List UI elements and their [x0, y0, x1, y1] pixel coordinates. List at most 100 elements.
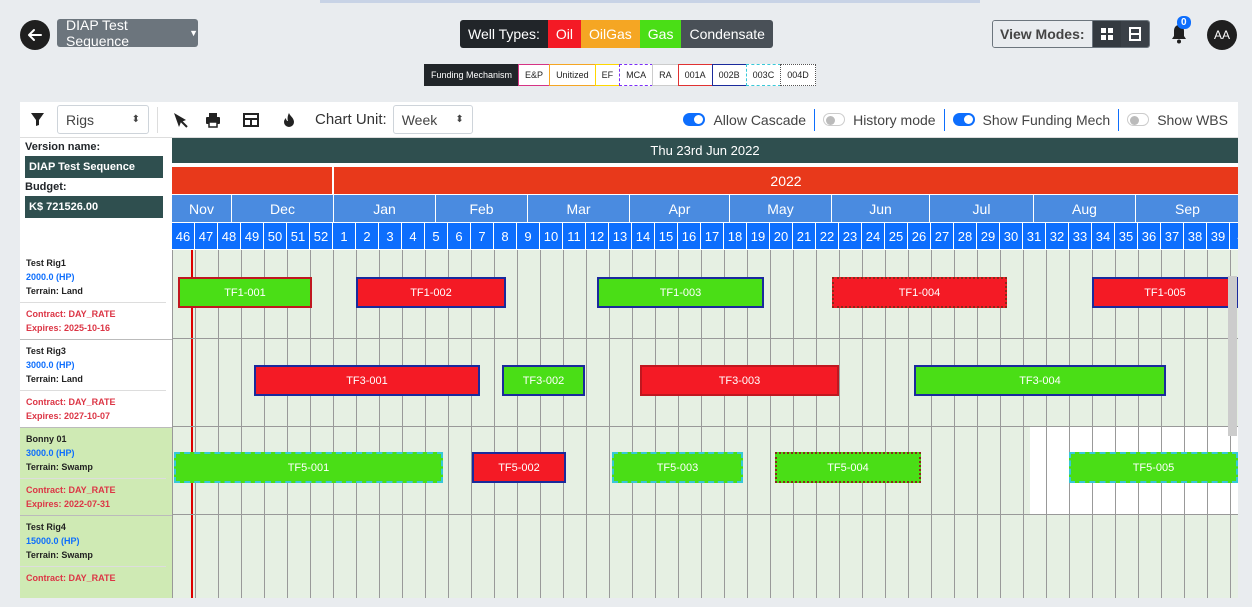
well-type-oilgas[interactable]: OilGas	[580, 20, 640, 48]
grid-column-line	[563, 250, 564, 598]
week-label: 24	[862, 223, 885, 249]
well-type-gas[interactable]: Gas	[639, 20, 682, 48]
history-mode-toggle[interactable]: History mode	[823, 111, 936, 128]
toggle-knob	[694, 115, 704, 124]
rig-row-test-rig3[interactable]: Test Rig3 3000.0 (HP) Terrain: Land Cont…	[20, 340, 172, 428]
chart-unit-value: Week	[401, 111, 438, 128]
table-icon	[243, 112, 259, 127]
month-label: May	[730, 195, 832, 222]
week-label: 28	[954, 223, 977, 249]
grid-column-line	[540, 250, 541, 598]
task-bar[interactable]: TF1-001	[178, 277, 312, 308]
rig-divider	[20, 566, 166, 567]
week-label: 4	[402, 223, 425, 249]
view-modes-label: View Modes:	[993, 21, 1093, 47]
vertical-scrollbar[interactable]	[1228, 276, 1237, 436]
funding-item[interactable]: RA	[652, 64, 679, 86]
print-button[interactable]	[199, 106, 227, 134]
week-label: 32	[1046, 223, 1069, 249]
rig-contract: Contract: DAY_RATE	[26, 309, 116, 319]
cursor-tool-button[interactable]	[166, 106, 194, 134]
month-label: Jan	[334, 195, 436, 222]
funding-item[interactable]: MCA	[619, 64, 654, 86]
gantt-grid: TF1-001 TF1-002 TF1-003 TF1-004 TF1-005 TF3-0…	[172, 250, 1238, 598]
well-types-label: Well Types:	[460, 20, 548, 48]
filter-icon	[30, 113, 44, 126]
task-bar[interactable]: TF1-005	[1092, 277, 1238, 308]
version-info: Version name: DIAP Test Sequence Budget:…	[20, 138, 172, 252]
show-wbs-toggle[interactable]: Show WBS	[1127, 112, 1228, 128]
task-bar[interactable]: TF5-005	[1069, 452, 1238, 483]
toggle-switch[interactable]	[683, 113, 706, 126]
task-bar[interactable]: TF5-004	[775, 452, 921, 483]
week-label: 36	[1138, 223, 1161, 249]
split-view-button[interactable]	[1120, 21, 1149, 47]
burn-button[interactable]	[275, 106, 303, 134]
week-label: 27	[931, 223, 954, 249]
rig-contract: Contract: DAY_RATE	[26, 573, 116, 583]
toggle-label: Show Funding Mech	[982, 111, 1111, 128]
funding-item[interactable]: 002B	[711, 64, 747, 86]
rig-row-test-rig1[interactable]: Test Rig1 2000.0 (HP) Terrain: Land Cont…	[20, 252, 172, 340]
task-bar[interactable]: TF1-003	[597, 277, 764, 308]
week-label: 29	[977, 223, 1000, 249]
well-type-condensate[interactable]: Condensate	[681, 20, 773, 48]
month-label: Feb	[436, 195, 528, 222]
task-bar[interactable]: TF3-002	[502, 365, 585, 396]
rig-name: Test Rig1	[26, 258, 66, 268]
well-type-oil[interactable]: Oil	[547, 20, 581, 48]
grid-column-line	[586, 250, 587, 598]
week-label: 14	[632, 223, 655, 249]
toggle-switch[interactable]	[952, 113, 975, 126]
sequence-dropdown-label: DIAP Test Sequence	[66, 17, 130, 49]
allow-cascade-toggle[interactable]: Allow Cascade	[683, 112, 806, 128]
version-name-label: Version name:	[25, 141, 101, 153]
fire-icon	[284, 112, 294, 127]
task-bar[interactable]: TF5-001	[174, 452, 443, 483]
task-bar[interactable]: TF1-002	[356, 277, 506, 308]
task-bar[interactable]: TF3-003	[640, 365, 839, 396]
chart-unit-select[interactable]: Week ⬍	[392, 105, 473, 134]
toggle-switch[interactable]	[1127, 113, 1150, 126]
toggle-knob	[826, 116, 836, 125]
sequence-dropdown[interactable]: DIAP Test Sequence ▼	[57, 17, 198, 49]
caret-down-icon: ▼	[189, 28, 198, 38]
funding-item[interactable]: EF	[594, 64, 621, 86]
rig-terrain: Terrain: Land	[26, 374, 83, 384]
rig-hp: 3000.0 (HP)	[26, 448, 75, 458]
toolbar-divider	[157, 106, 158, 133]
rig-row-bonny-01[interactable]: Bonny 01 3000.0 (HP) Terrain: Swamp Cont…	[20, 428, 172, 516]
grid-column-line	[1069, 250, 1070, 598]
filter-button[interactable]	[23, 106, 51, 134]
funding-item[interactable]: E&P	[518, 64, 551, 86]
task-bar[interactable]: TF1-004	[832, 277, 1007, 308]
funding-item[interactable]: 003C	[745, 64, 782, 86]
week-label: 6	[448, 223, 471, 249]
funding-item[interactable]: Unitized	[549, 64, 596, 86]
week-label: 4	[1230, 223, 1238, 249]
task-bar[interactable]: TF5-002	[472, 452, 566, 483]
month-label: Aug	[1034, 195, 1136, 222]
task-bar[interactable]: TF3-004	[914, 365, 1166, 396]
toggle-switch[interactable]	[823, 113, 846, 126]
updown-icon: ⬍	[131, 114, 140, 125]
back-button[interactable]	[20, 20, 50, 50]
year-header: 2022	[334, 167, 1238, 194]
rig-expires: Expires: 2025-10-16	[26, 323, 111, 333]
show-funding-mech-toggle[interactable]: Show Funding Mech	[952, 111, 1111, 128]
budget-label: Budget:	[25, 181, 67, 193]
group-by-select[interactable]: Rigs ⬍	[57, 105, 149, 134]
table-view-button[interactable]	[237, 106, 265, 134]
toggle-label: History mode	[853, 111, 936, 128]
rig-divider	[20, 302, 166, 303]
task-bar[interactable]: TF3-001	[254, 365, 480, 396]
week-label: 19	[747, 223, 770, 249]
task-bar[interactable]: TF5-003	[612, 452, 743, 483]
funding-item[interactable]: 004D	[780, 64, 816, 86]
funding-item[interactable]: 001A	[677, 64, 713, 86]
prev-year-bar	[172, 167, 332, 194]
funding-mechanism-legend: Funding Mechanism E&P Unitized EF MCA RA…	[424, 64, 816, 86]
user-avatar[interactable]: AA	[1207, 20, 1237, 50]
rig-row-test-rig4[interactable]: Test Rig4 15000.0 (HP) Terrain: Swamp Co…	[20, 516, 172, 598]
grid-view-button[interactable]	[1092, 21, 1121, 47]
